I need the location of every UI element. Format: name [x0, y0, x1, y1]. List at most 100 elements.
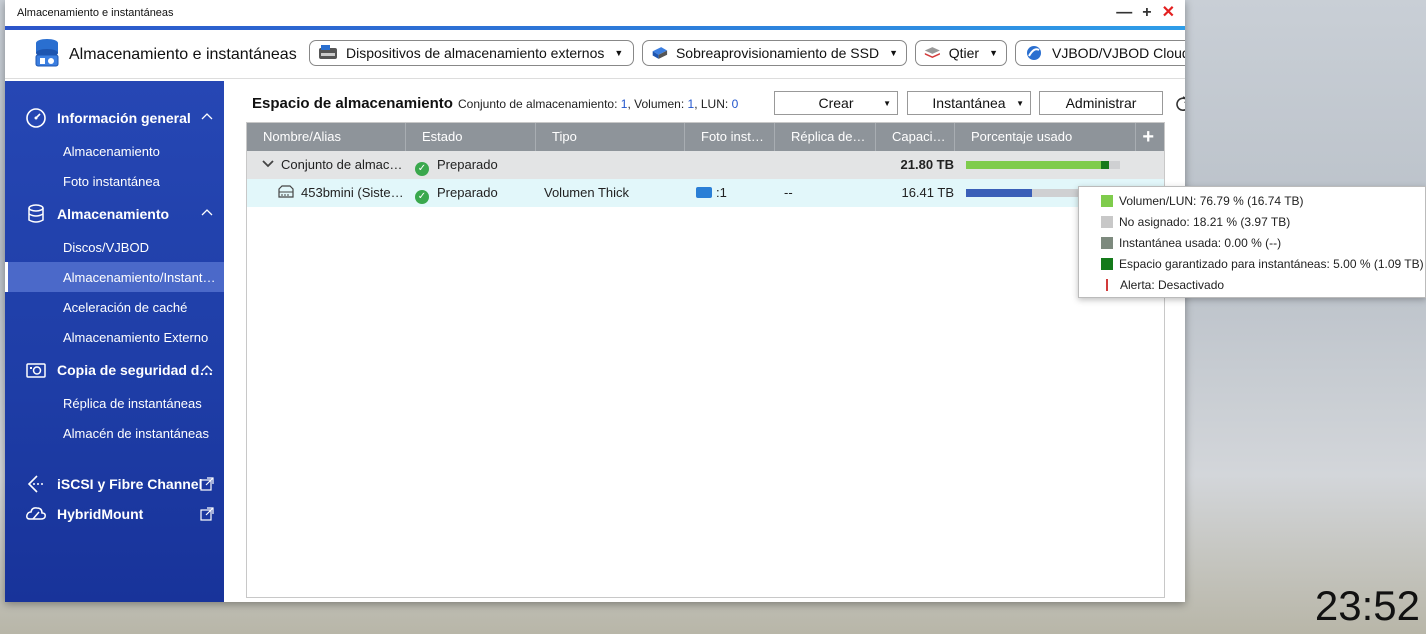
tooltip-text: No asignado: 18.21 % (3.97 TB) — [1119, 215, 1291, 229]
summary-pool-label: Conjunto de almacenamiento: — [458, 97, 618, 111]
sidebar-section-overview[interactable]: Información general — [5, 103, 224, 133]
external-devices-dropdown[interactable]: Dispositivos de almacenamiento externos … — [309, 40, 634, 66]
window-titlebar[interactable]: Almacenamiento e instantáneas — + ✕ — [5, 0, 1185, 30]
hdd-icon — [277, 179, 295, 207]
volume-snapshot[interactable]: :1 — [696, 179, 727, 207]
sidebar-section-label: Almacenamiento — [57, 206, 170, 222]
tooltip-text: Instantánea usada: 0.00 % (--) — [1119, 236, 1282, 250]
summary-lun-label: , LUN: — [694, 97, 729, 111]
sidebar-item-label: Almacenamiento Externo — [63, 329, 209, 345]
tooltip-text: Volumen/LUN: 76.79 % (16.74 TB) — [1119, 194, 1304, 208]
check-circle-icon: ✓ — [415, 190, 429, 204]
sidebar-item-snapshot-vault[interactable]: Almacén de instantáneas — [5, 418, 224, 448]
column-header-name[interactable]: Nombre/Alias — [247, 123, 406, 151]
add-column-button[interactable]: + — [1142, 126, 1154, 149]
column-header-type[interactable]: Tipo — [536, 123, 685, 151]
sidebar-item-cache-acceleration[interactable]: Aceleración de caché — [5, 292, 224, 322]
table-header: Nombre/Alias Estado Tipo Foto inst… Répl… — [247, 123, 1164, 151]
tooltip-row-snapshot-used: Instantánea usada: 0.00 % (--) — [1101, 235, 1281, 251]
sidebar-item-external-storage[interactable]: Almacenamiento Externo — [5, 322, 224, 352]
chevron-up-icon[interactable] — [200, 205, 214, 219]
pool-capacity: 21.80 TB — [900, 157, 954, 172]
manage-button[interactable]: Administrar — [1039, 91, 1163, 115]
refresh-icon[interactable] — [1174, 95, 1185, 113]
table-row-pool[interactable]: Conjunto de almac… ✓ Preparado 21.80 TB — [247, 151, 1164, 179]
vjbod-dropdown[interactable]: VJBOD/VJBOD Cloud — [1015, 40, 1185, 66]
sidebar-section-storage[interactable]: Almacenamiento — [5, 199, 224, 229]
raid-enclosure-icon — [319, 45, 337, 59]
storage-app-icon — [35, 39, 59, 67]
legend-swatch — [1101, 195, 1113, 207]
close-button[interactable]: ✕ — [1162, 4, 1175, 22]
storage-summary: Conjunto de almacenamiento: 1, Volumen: … — [458, 97, 738, 111]
sidebar-item-disks[interactable]: Discos/VJBOD — [5, 232, 224, 262]
column-header-usage[interactable]: Porcentaje usado — [955, 123, 1136, 151]
ssd-overprovisioning-dropdown[interactable]: Sobreaprovisionamiento de SSD ▼ — [642, 40, 907, 66]
chevron-up-icon[interactable] — [200, 361, 214, 375]
check-circle-icon: ✓ — [415, 162, 429, 176]
chevron-down-icon: ▼ — [614, 48, 624, 58]
caret-down-icon: ▼ — [1016, 98, 1024, 108]
volume-replica: -- — [784, 185, 793, 200]
caret-down-icon: ▼ — [883, 98, 891, 108]
vjbod-label: VJBOD/VJBOD Cloud — [1052, 45, 1185, 61]
vjbod-cloud-icon — [1027, 46, 1041, 60]
page-title: Espacio de almacenamiento — [252, 95, 453, 112]
ssd-icon — [652, 47, 668, 59]
alert-marker-icon — [1106, 279, 1108, 291]
tooltip-row-snapshot-reserved: Espacio garantizado para instantáneas: 5… — [1101, 256, 1424, 272]
pool-status: ✓ Preparado — [415, 151, 498, 179]
external-link-icon[interactable] — [200, 477, 214, 491]
sidebar-link-hybridmount[interactable]: HybridMount — [5, 499, 224, 529]
maximize-button[interactable]: + — [1142, 4, 1151, 22]
legend-swatch — [1101, 216, 1113, 228]
summary-volume-label: , Volumen: — [627, 97, 685, 111]
manage-button-label: Administrar — [1065, 95, 1137, 111]
app-title: Almacenamiento e instantáneas — [69, 46, 297, 63]
expand-chevron-icon[interactable] — [261, 151, 275, 179]
tooltip-text: Espacio garantizado para instantáneas: 5… — [1119, 257, 1424, 271]
storage-app-window: Almacenamiento e instantáneas — + ✕ Alma… — [5, 0, 1185, 602]
sidebar-item-label: Discos/VJBOD — [63, 239, 149, 255]
sidebar-item-label: Réplica de instantáneas — [63, 395, 202, 411]
usage-tooltip: Volumen/LUN: 76.79 % (16.74 TB) No asign… — [1078, 186, 1426, 298]
sidebar-item-label: Almacenamiento — [63, 143, 160, 159]
snapshot-button[interactable]: Instantánea ▼ — [907, 91, 1031, 115]
sidebar-section-label: Información general — [57, 110, 191, 126]
pool-name: Conjunto de almac… — [281, 157, 403, 172]
sidebar-item-storage-snapshots[interactable]: Almacenamiento/Instant… — [5, 262, 224, 292]
table-row-volume[interactable]: 453bmini (Siste… ✓ Preparado Volumen Thic… — [247, 179, 1164, 207]
column-header-status[interactable]: Estado — [406, 123, 536, 151]
sidebar-item-storage-overview[interactable]: Almacenamiento — [5, 136, 224, 166]
legend-swatch — [1101, 258, 1113, 270]
camera-backup-icon — [25, 359, 47, 381]
minimize-button[interactable]: — — [1116, 4, 1132, 22]
pool-status-text: Preparado — [437, 157, 498, 172]
pool-usage-snapshot-segment — [1101, 161, 1109, 169]
chevron-up-icon[interactable] — [200, 109, 214, 123]
sidebar-section-snapshot-backup[interactable]: Copia de seguridad d… — [5, 355, 224, 385]
sidebar-link-iscsi[interactable]: iSCSI y Fibre Channel — [5, 469, 224, 499]
sidebar-item-snapshot-overview[interactable]: Foto instantánea — [5, 166, 224, 196]
snapshot-button-label: Instantánea — [932, 95, 1006, 111]
iscsi-icon — [25, 473, 47, 495]
column-header-replica[interactable]: Réplica de… — [775, 123, 876, 151]
qtier-dropdown[interactable]: Qtier ▼ — [915, 40, 1007, 66]
chevron-down-icon: ▼ — [889, 48, 898, 58]
sidebar-item-label: Aceleración de caché — [63, 299, 188, 315]
sidebar-item-snapshot-replica[interactable]: Réplica de instantáneas — [5, 388, 224, 418]
column-header-capacity[interactable]: Capaci… — [876, 123, 955, 151]
create-button[interactable]: Crear ▼ — [774, 91, 898, 115]
database-icon — [25, 203, 47, 225]
external-link-icon[interactable] — [200, 507, 214, 521]
volume-snapshot-count: :1 — [716, 185, 727, 200]
sidebar-section-label: Copia de seguridad d… — [57, 362, 214, 378]
sidebar-item-label: Almacén de instantáneas — [63, 425, 209, 441]
legend-swatch — [1101, 237, 1113, 249]
sidebar-item-label: Foto instantánea — [63, 173, 160, 189]
external-devices-label: Dispositivos de almacenamiento externos — [346, 45, 605, 61]
summary-lun-count: 0 — [731, 97, 739, 111]
column-header-snapshot[interactable]: Foto inst… — [685, 123, 775, 151]
pool-usage-bar[interactable] — [966, 161, 1120, 169]
create-button-label: Crear — [818, 95, 854, 111]
